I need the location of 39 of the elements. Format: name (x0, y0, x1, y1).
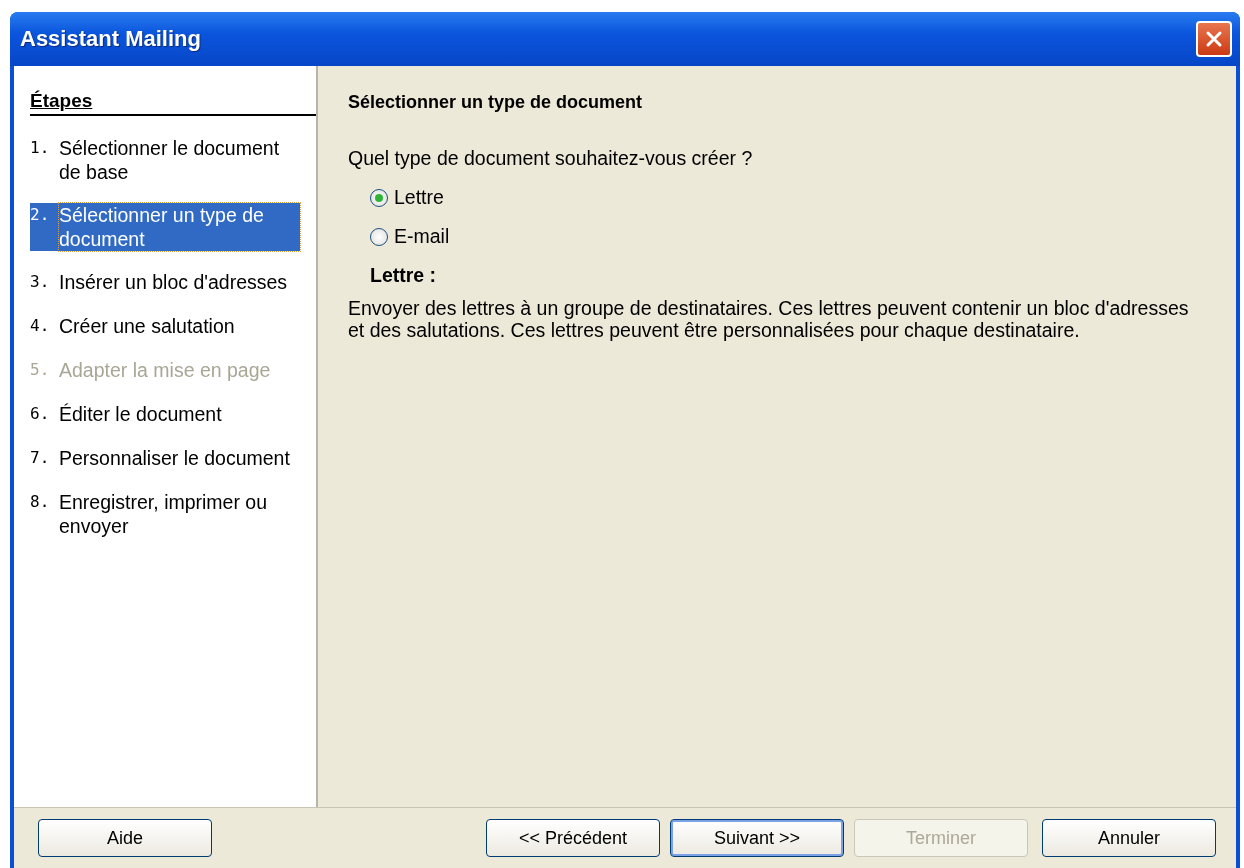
step-label: Sélectionner un type de document (59, 203, 300, 251)
steps-heading: Étapes (30, 90, 316, 116)
step-item[interactable]: 4. Créer une salutation (30, 314, 300, 338)
step-number: 7. (30, 447, 51, 469)
radio-button[interactable] (370, 188, 388, 207)
radio-option[interactable]: E-mail (370, 225, 450, 248)
step-label: Éditer le document (59, 402, 222, 426)
step-item[interactable]: 8. Enregistrer, imprimer ou envoyer (30, 490, 300, 538)
close-button[interactable] (1196, 21, 1232, 57)
description-title: Lettre : (370, 264, 438, 287)
step-item[interactable]: 1. Sélectionner le document de base (30, 136, 300, 184)
description-text: Envoyer des lettres à un groupe de destinataires. Ces lettres peuvent contenir un bloc d'adresses et des salutations. Ces lettres peuvent être personnalisées pour chaque destinataire. (348, 297, 1190, 341)
step-item[interactable]: 7. Personnaliser le document (30, 446, 300, 470)
dialog-button[interactable]: << Précédent (486, 819, 660, 857)
step-number: 6. (30, 403, 51, 425)
step-label: Insérer un bloc d'adresses (59, 270, 288, 294)
dialog-button[interactable]: Aide (38, 819, 212, 857)
step-number: 1. (30, 137, 51, 159)
window-title: Assistant Mailing (20, 26, 201, 52)
step-number: 5. (30, 359, 51, 381)
step-label: Enregistrer, imprimer ou envoyer (59, 490, 269, 538)
step-label: Personnaliser le document (59, 446, 290, 470)
page-heading: Sélectionner un type de document (348, 92, 644, 113)
step-number: 3. (30, 271, 51, 293)
step-label: Créer une salutation (59, 314, 235, 338)
step-label: Sélectionner le document de base (59, 136, 281, 184)
radio-button[interactable] (370, 227, 388, 246)
step-item[interactable]: 2. Sélectionner un type de document (30, 203, 300, 251)
radio-option[interactable]: Lettre (370, 186, 444, 209)
step-number: 2. (30, 204, 51, 226)
dialog-button[interactable]: Annuler (1042, 819, 1216, 857)
dialog-button[interactable]: Suivant >> (670, 819, 844, 857)
step-item[interactable]: 3. Insérer un bloc d'adresses (30, 270, 300, 294)
question-text: Quel type de document souhaitez-vous créer ? (348, 147, 754, 170)
step-label: Adapter la mise en page (59, 358, 271, 382)
step-number: 4. (30, 315, 51, 337)
close-icon (1204, 29, 1224, 49)
step-number: 8. (30, 491, 51, 513)
step-item[interactable]: 6. Éditer le document (30, 402, 300, 426)
